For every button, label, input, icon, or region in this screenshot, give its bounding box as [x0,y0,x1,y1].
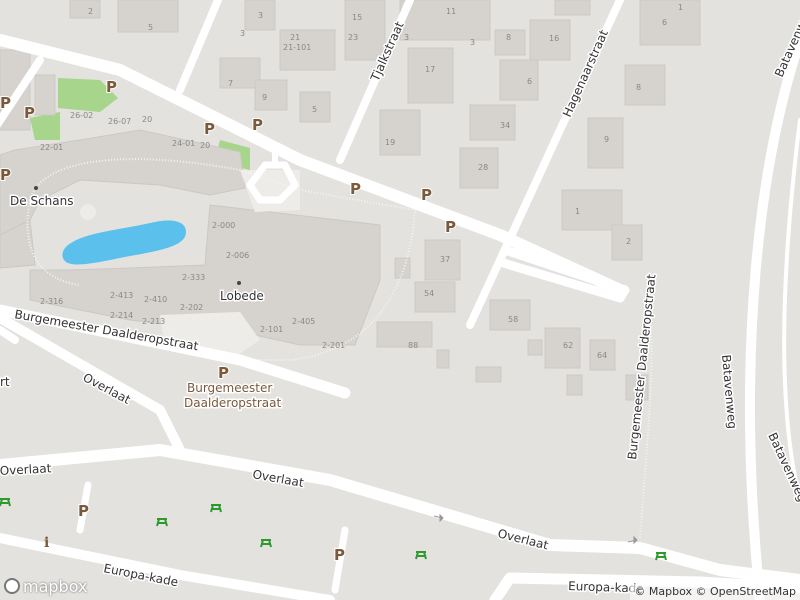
svg-text:6: 6 [662,18,667,27]
poi-label-de-schans: De Schans [10,194,73,208]
svg-text:26-07: 26-07 [108,117,131,126]
svg-text:34: 34 [500,121,510,130]
parking-icon[interactable]: P [203,119,216,139]
attribution-mapbox-link[interactable]: © Mapbox [634,585,692,598]
svg-text:6: 6 [527,77,532,86]
parking-icon[interactable]: P [333,545,346,565]
svg-text:28: 28 [478,163,488,172]
svg-text:17: 17 [425,65,435,74]
svg-text:19: 19 [385,138,395,147]
svg-text:3: 3 [240,29,245,38]
poi-label-partial-left: rt [0,375,10,389]
map-canvas[interactable]: Tjalkstraat Hagenaarstraat Burgemeester … [0,0,800,600]
svg-text:20: 20 [142,115,152,124]
svg-text:64: 64 [597,351,607,360]
svg-text:9: 9 [604,135,609,144]
svg-text:9: 9 [262,93,267,102]
parking-icon[interactable]: P [0,93,12,113]
poi-dot-icon [237,281,241,285]
parking-icon[interactable]: P [217,363,230,383]
svg-text:2-101: 2-101 [260,325,283,334]
svg-text:7: 7 [228,79,233,88]
mapbox-logo-icon [4,578,20,594]
poi-dot-icon [34,186,38,190]
svg-text:15: 15 [352,13,362,22]
svg-text:2-202: 2-202 [180,303,203,312]
parking-icon[interactable]: P [0,165,12,185]
svg-text:2-201: 2-201 [322,341,345,350]
svg-text:3: 3 [470,38,475,47]
svg-text:2-213: 2-213 [142,317,165,326]
poi-label-daalderopstraat: Daalderopstraat [184,396,282,410]
svg-text:5: 5 [312,105,317,114]
svg-text:2-006: 2-006 [226,251,249,260]
svg-text:3: 3 [258,11,263,20]
svg-text:24-01: 24-01 [172,139,195,148]
svg-text:22-01: 22-01 [40,143,63,152]
parking-icon[interactable]: P [23,103,36,123]
svg-text:1: 1 [678,3,683,12]
svg-text:23: 23 [348,33,358,42]
mapbox-logo[interactable]: mapbox [4,576,87,596]
svg-text:5: 5 [148,23,153,32]
svg-text:1: 1 [575,207,580,216]
svg-text:2-316: 2-316 [40,297,63,306]
svg-text:62: 62 [563,341,573,350]
svg-text:2: 2 [626,237,631,246]
svg-text:58: 58 [508,315,518,324]
parking-icon[interactable]: P [420,185,433,205]
map-svg: Tjalkstraat Hagenaarstraat Burgemeester … [0,0,800,600]
mapbox-logo-text: mapbox [23,576,88,596]
svg-text:21-101: 21-101 [283,43,311,52]
svg-text:21: 21 [290,33,300,42]
svg-text:2: 2 [88,7,93,16]
parking-icon[interactable]: P [444,217,457,237]
parking-icon[interactable]: P [77,501,90,521]
svg-text:88: 88 [408,341,418,350]
street-label-overlaat-2: Overlaat [0,461,52,478]
svg-text:37: 37 [440,255,450,264]
svg-text:8: 8 [506,33,511,42]
poi-label-burgemeester: Burgemeester [187,381,272,395]
svg-text:26-02: 26-02 [70,111,93,120]
svg-text:8: 8 [636,83,641,92]
svg-text:54: 54 [424,289,434,298]
svg-text:2-333: 2-333 [182,273,205,282]
svg-text:20: 20 [200,141,210,150]
parking-icon[interactable]: P [251,115,264,135]
svg-text:2-214: 2-214 [110,311,133,320]
svg-text:2-405: 2-405 [292,317,315,326]
attribution: © Mapbox © OpenStreetMap [630,584,800,600]
svg-text:2-410: 2-410 [144,295,167,304]
svg-text:11: 11 [446,7,456,16]
info-icon[interactable]: i [44,535,49,551]
svg-text:3: 3 [404,33,409,42]
svg-text:16: 16 [549,34,559,43]
parking-icon[interactable]: P [105,77,118,97]
svg-text:2-000: 2-000 [212,221,235,230]
parking-icon[interactable]: P [349,179,362,199]
svg-text:2-413: 2-413 [110,291,133,300]
poi-label-lobede: Lobede [220,289,264,303]
attribution-osm-link[interactable]: © OpenStreetMap [695,585,796,598]
